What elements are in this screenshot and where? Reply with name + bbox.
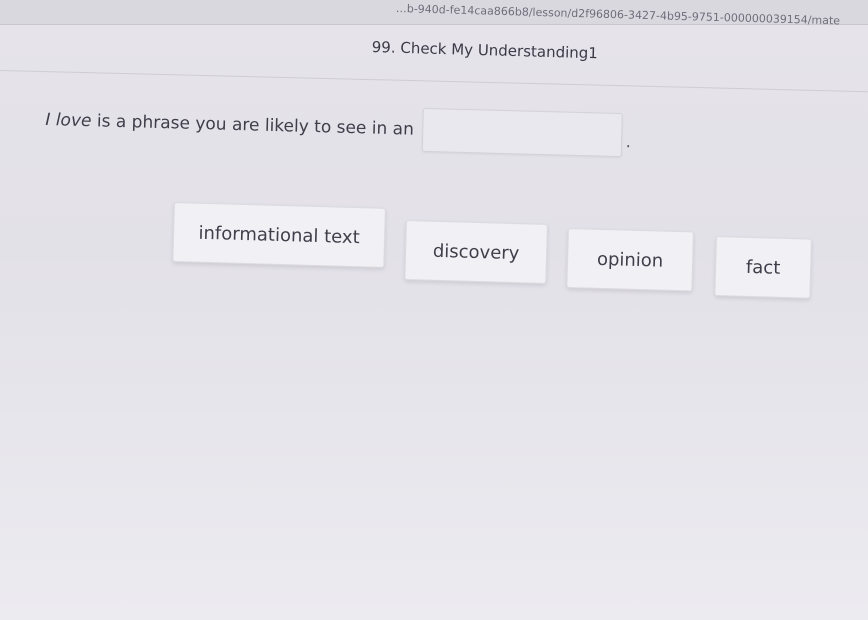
answer-choice-opinion[interactable]: opinion [566, 228, 694, 292]
question-italic-phrase: I love [45, 109, 92, 132]
answer-choice-fact[interactable]: fact [714, 236, 812, 299]
answer-choice-informational-text[interactable]: informational text [172, 202, 386, 268]
browser-address-bar[interactable]: …b-940d-fe14caa866b8/lesson/d2f96806-342… [0, 0, 868, 28]
page-title: 99. Check My Understanding1 [371, 38, 599, 63]
answer-drop-zone[interactable] [421, 107, 623, 158]
question-text: I love is a phrase you are likely to see… [45, 110, 414, 140]
url-text: …b-940d-fe14caa866b8/lesson/d2f96806-342… [395, 2, 841, 28]
question-period: . [625, 132, 632, 153]
question-body: is a phrase you are likely to see in an [91, 111, 415, 140]
question: I love is a phrase you are likely to see… [45, 98, 632, 158]
title-divider [0, 70, 868, 93]
answer-choice-discovery[interactable]: discovery [404, 220, 548, 284]
